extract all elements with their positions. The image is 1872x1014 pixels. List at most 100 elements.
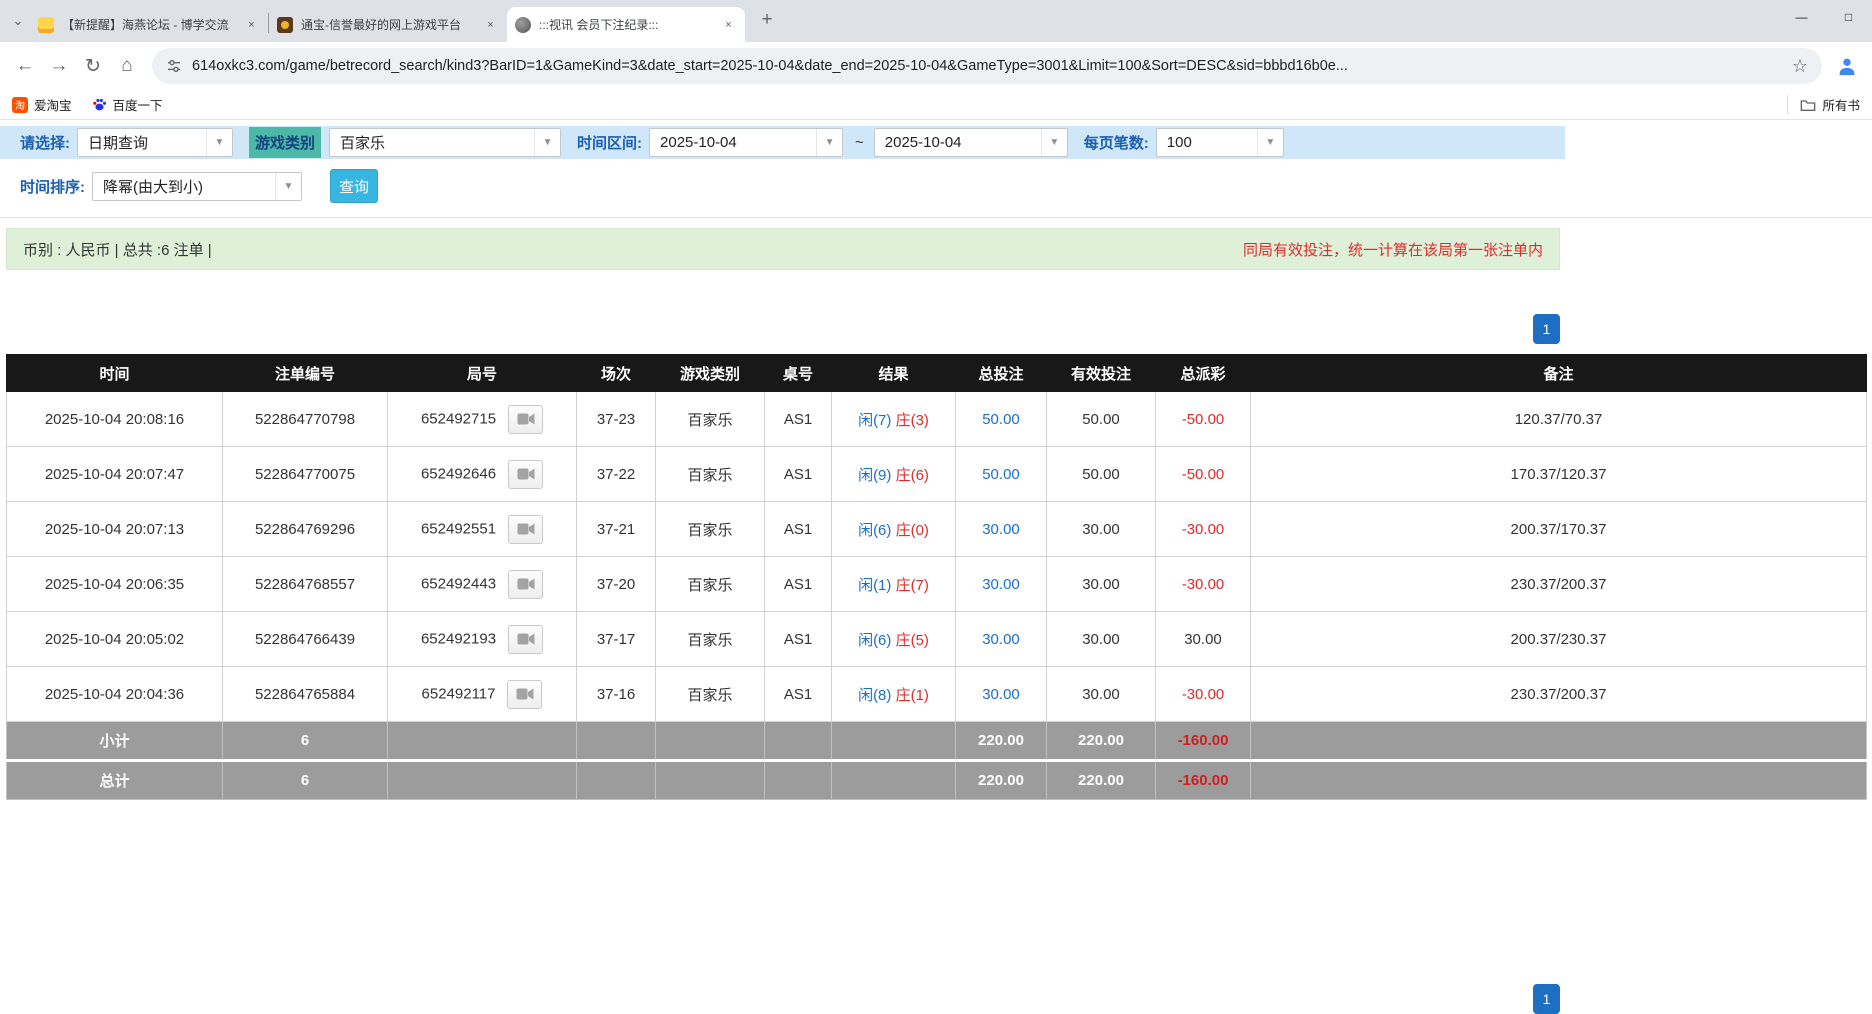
query-mode-value: 日期查询 xyxy=(78,132,206,153)
game-type-select[interactable]: 百家乐 ▼ xyxy=(329,128,561,157)
baidu-paw-icon xyxy=(92,97,107,112)
address-bar[interactable]: 614oxkc3.com/game/betrecord_search/kind3… xyxy=(152,48,1822,84)
tilde-separator: ~ xyxy=(855,134,864,151)
video-replay-button[interactable] xyxy=(508,625,543,654)
subtotal-valid-bet: 220.00 xyxy=(1047,722,1156,761)
video-replay-button[interactable] xyxy=(508,460,543,489)
cell-session: 37-21 xyxy=(577,502,656,557)
tab-tongbao[interactable]: 通宝-信誉最好的网上游戏平台 × xyxy=(269,7,507,42)
tab-strip: ⌄ 【新提醒】海燕论坛 - 博学交流 × 通宝-信誉最好的网上游戏平台 × ::… xyxy=(0,0,1872,42)
cell-valid-bet: 50.00 xyxy=(1047,392,1156,447)
chevron-down-icon: ▼ xyxy=(206,129,232,156)
bookmark-baidu[interactable]: 百度一下 xyxy=(92,95,163,114)
video-replay-button[interactable] xyxy=(508,405,543,434)
cell-bet-id: 522864770798 xyxy=(223,392,388,447)
cell-game-type: 百家乐 xyxy=(656,392,765,447)
sort-select[interactable]: 降幂(由大到小) ▼ xyxy=(92,172,302,201)
game-type-value: 百家乐 xyxy=(330,132,534,153)
subtotal-total-bet: 220.00 xyxy=(956,722,1047,761)
cell-payout: -30.00 xyxy=(1156,557,1251,612)
chevron-down-icon[interactable]: ⌄ xyxy=(6,6,30,36)
new-tab-button[interactable]: + xyxy=(753,6,781,34)
page-1-button[interactable]: 1 xyxy=(1533,984,1560,1014)
cell-time: 2025-10-04 20:04:36 xyxy=(7,667,223,722)
tab-close-icon[interactable]: × xyxy=(720,16,737,33)
page-size-label: 每页笔数: xyxy=(1084,132,1149,153)
cell-note: 200.37/170.37 xyxy=(1251,502,1867,557)
forward-button[interactable]: → xyxy=(42,49,76,83)
subtotal-row: 小计 6 220.00 220.00 -160.00 xyxy=(7,722,1867,761)
cell-round: 652492715 xyxy=(388,392,577,447)
url-text[interactable]: 614oxkc3.com/game/betrecord_search/kind3… xyxy=(192,58,1782,74)
video-replay-button[interactable] xyxy=(507,680,542,709)
cell-payout: -30.00 xyxy=(1156,667,1251,722)
bookmark-star-icon[interactable]: ☆ xyxy=(1792,56,1808,77)
tab-close-icon[interactable]: × xyxy=(482,16,499,33)
filter-panel: 请选择: 日期查询 ▼ 游戏类别 百家乐 ▼ 时间区间: 2025-10-04 … xyxy=(0,126,1872,218)
cell-time: 2025-10-04 20:05:02 xyxy=(7,612,223,667)
toolbar: ← → ↻ ⌂ 614oxkc3.com/game/betrecord_sear… xyxy=(0,42,1872,90)
date-start-select[interactable]: 2025-10-04 ▼ xyxy=(649,128,843,157)
minimize-button[interactable]: — xyxy=(1778,0,1825,33)
cell-valid-bet: 50.00 xyxy=(1047,447,1156,502)
bookmark-label: 百度一下 xyxy=(113,95,163,114)
tab-forum[interactable]: 【新提醒】海燕论坛 - 博学交流 × xyxy=(30,7,268,42)
tab-favicon-forum-icon xyxy=(38,17,54,33)
page-size-value: 100 xyxy=(1157,134,1257,151)
all-bookmarks-button[interactable]: 所有书 xyxy=(1787,95,1860,114)
cell-total-bet[interactable]: 30.00 xyxy=(956,667,1047,722)
chevron-down-icon: ▼ xyxy=(1257,129,1283,156)
reload-button[interactable]: ↻ xyxy=(76,49,110,83)
cell-session: 37-23 xyxy=(577,392,656,447)
profile-avatar-icon[interactable] xyxy=(1830,49,1864,83)
table-row: 2025-10-04 20:08:16522864770798652492715… xyxy=(7,392,1867,447)
cell-time: 2025-10-04 20:07:13 xyxy=(7,502,223,557)
cell-valid-bet: 30.00 xyxy=(1047,557,1156,612)
bookmark-aitaobao[interactable]: 淘 爱淘宝 xyxy=(12,95,72,114)
maximize-button[interactable]: □ xyxy=(1825,0,1872,33)
query-mode-select[interactable]: 日期查询 ▼ xyxy=(77,128,233,157)
cell-total-bet[interactable]: 50.00 xyxy=(956,447,1047,502)
total-total-bet: 220.00 xyxy=(956,761,1047,800)
cell-note: 230.37/200.37 xyxy=(1251,667,1867,722)
bet-records-table: 时间注单编号局号场次游戏类别桌号结果总投注有效投注总派彩备注 2025-10-0… xyxy=(6,354,1867,800)
date-end-select[interactable]: 2025-10-04 ▼ xyxy=(874,128,1068,157)
chevron-down-icon: ▼ xyxy=(816,129,842,156)
page-content: 请选择: 日期查询 ▼ 游戏类别 百家乐 ▼ 时间区间: 2025-10-04 … xyxy=(0,126,1872,800)
cell-total-bet[interactable]: 30.00 xyxy=(956,557,1047,612)
cell-total-bet[interactable]: 30.00 xyxy=(956,612,1047,667)
query-button[interactable]: 查询 xyxy=(330,169,378,203)
total-count: 6 xyxy=(223,761,388,800)
cell-bet-id: 522864770075 xyxy=(223,447,388,502)
cell-table-no: AS1 xyxy=(765,667,832,722)
home-button[interactable]: ⌂ xyxy=(110,49,144,83)
cell-total-bet[interactable]: 30.00 xyxy=(956,502,1047,557)
cell-game-type: 百家乐 xyxy=(656,502,765,557)
cell-game-type: 百家乐 xyxy=(656,447,765,502)
tab-close-icon[interactable]: × xyxy=(243,16,260,33)
video-replay-button[interactable] xyxy=(508,515,543,544)
page-1-button[interactable]: 1 xyxy=(1533,314,1560,344)
tab-title: 通宝-信誉最好的网上游戏平台 xyxy=(301,16,474,33)
site-info-icon[interactable] xyxy=(166,58,182,74)
subtotal-label: 小计 xyxy=(7,722,223,761)
total-label: 总计 xyxy=(7,761,223,800)
cell-bet-id: 522864766439 xyxy=(223,612,388,667)
page-size-select[interactable]: 100 ▼ xyxy=(1156,128,1284,157)
cell-round: 652492646 xyxy=(388,447,577,502)
tab-bet-records-active[interactable]: :::视讯 会员下注纪录::: × xyxy=(507,7,745,42)
table-row: 2025-10-04 20:07:47522864770075652492646… xyxy=(7,447,1867,502)
cell-total-bet[interactable]: 50.00 xyxy=(956,392,1047,447)
date-start-value: 2025-10-04 xyxy=(650,134,816,151)
cell-round: 652492443 xyxy=(388,557,577,612)
summary-bar: 币别 : 人民币 | 总共 :6 注单 | 同局有效投注，统一计算在该局第一张注… xyxy=(6,228,1560,270)
column-header: 桌号 xyxy=(765,355,832,392)
total-valid-bet: 220.00 xyxy=(1047,761,1156,800)
cell-table-no: AS1 xyxy=(765,557,832,612)
back-button[interactable]: ← xyxy=(8,49,42,83)
video-replay-button[interactable] xyxy=(508,570,543,599)
chevron-down-icon: ▼ xyxy=(534,129,560,156)
cell-time: 2025-10-04 20:07:47 xyxy=(7,447,223,502)
cell-result: 闲(6) 庄(0) xyxy=(832,502,956,557)
table-row: 2025-10-04 20:06:35522864768557652492443… xyxy=(7,557,1867,612)
